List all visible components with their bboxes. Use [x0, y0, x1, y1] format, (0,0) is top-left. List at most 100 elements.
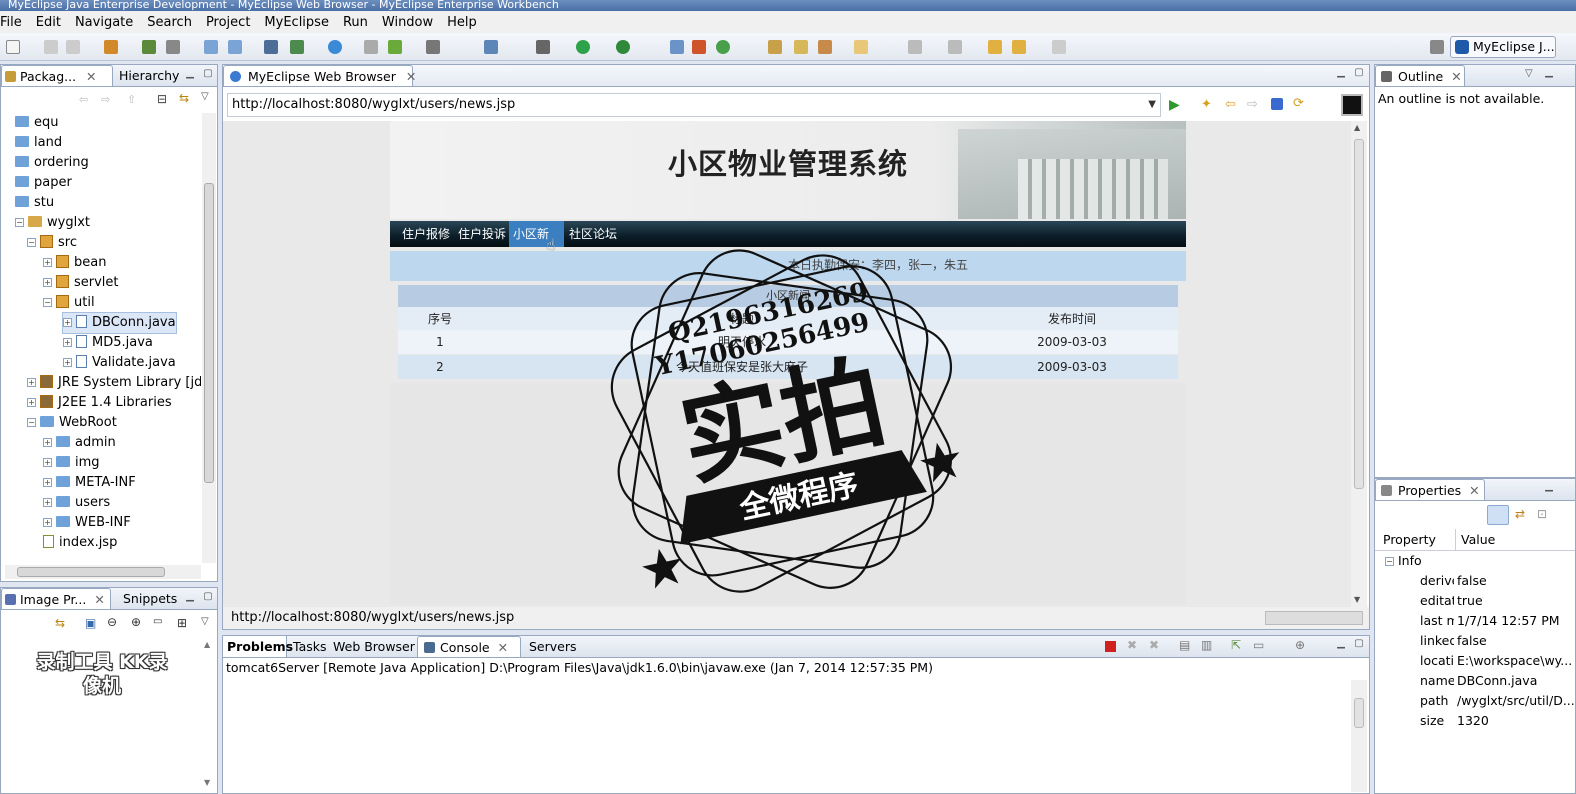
tree-item[interactable]: + users — [43, 493, 110, 513]
expand-icon[interactable]: + — [63, 318, 72, 327]
expand-icon[interactable]: + — [27, 398, 36, 407]
expand-icon[interactable]: + — [43, 458, 52, 467]
menu-edit[interactable]: Edit — [29, 15, 68, 30]
open-console-icon[interactable]: ⊕ — [1295, 638, 1305, 652]
property-row[interactable]: size 1320 — [1375, 711, 1565, 731]
tree-item[interactable]: + DBConn.java — [62, 312, 177, 334]
wizard2-icon[interactable] — [290, 40, 304, 54]
browser-back-icon[interactable]: ⇦ — [1225, 97, 1236, 112]
tab-properties[interactable]: Properties ✕ — [1375, 479, 1485, 500]
edit2-icon[interactable] — [228, 40, 242, 54]
new-package-icon[interactable] — [692, 40, 706, 54]
property-row[interactable]: last m 1/7/14 12:57 PM — [1375, 611, 1565, 631]
perspective-button[interactable]: MyEclipse J... — [1450, 36, 1556, 58]
tool-icon[interactable] — [364, 40, 378, 54]
fit-window-icon[interactable]: ⊞ — [177, 616, 187, 630]
preview-scrollbar[interactable]: ▲ ▼ — [204, 638, 216, 788]
browser-forward-icon[interactable]: ⇨ — [1247, 97, 1258, 112]
view-menu-icon[interactable]: ▽ — [1525, 68, 1533, 79]
terminal-icon[interactable] — [426, 40, 440, 54]
tab-web-browser[interactable]: MyEclipse Web Browser ✕ — [223, 65, 416, 86]
nav-repair[interactable]: 住户报修 — [398, 221, 454, 247]
tree-item[interactable]: land — [15, 133, 62, 153]
close-icon[interactable]: ✕ — [498, 640, 508, 655]
maximize-icon[interactable]: ▢ — [1353, 639, 1365, 651]
tree-item[interactable]: − WebRoot — [27, 413, 117, 433]
maximize-icon[interactable]: ▢ — [1353, 68, 1365, 80]
tree-item[interactable]: + J2EE 1.4 Libraries — [27, 393, 172, 413]
tab-servers[interactable]: Servers — [523, 636, 593, 657]
url-dropdown-icon[interactable]: ▼ — [1148, 94, 1156, 116]
close-icon[interactable]: ✕ — [1451, 69, 1461, 84]
close-icon[interactable]: ✕ — [1469, 483, 1479, 498]
save-icon[interactable] — [44, 40, 58, 54]
zoom-out-icon[interactable]: ⊖ — [107, 615, 117, 629]
pencil-icon[interactable] — [794, 40, 808, 54]
search-icon[interactable] — [768, 40, 782, 54]
browser-scroll-thumb[interactable] — [1354, 139, 1364, 489]
display-console-icon[interactable]: ▭ — [1253, 638, 1264, 652]
property-row[interactable]: name DBConn.java — [1375, 671, 1565, 691]
refresh-icon[interactable]: ⟳ — [1293, 96, 1304, 111]
tab-web-browser-view[interactable]: Web Browser — [327, 636, 417, 657]
scroll-lock-icon[interactable]: ▥ — [1201, 638, 1212, 652]
minimize-icon[interactable]: ▁ — [1543, 68, 1555, 80]
terminate-icon[interactable] — [1105, 641, 1116, 652]
minimize-icon[interactable]: ▁ — [1543, 482, 1555, 494]
deploy-icon[interactable] — [104, 40, 118, 54]
tree-item[interactable]: − src — [27, 233, 77, 253]
expand-icon[interactable]: + — [63, 338, 72, 347]
run-external-icon[interactable] — [616, 40, 630, 54]
expand-icon[interactable]: + — [43, 438, 52, 447]
tab-package-explorer[interactable]: Packag... ✕ — [1, 65, 113, 86]
property-row[interactable]: locaticE:\workspace\wy... — [1375, 651, 1572, 671]
fit-icon[interactable]: ▣ — [85, 616, 96, 630]
minimize-icon[interactable]: ▁ — [184, 592, 196, 604]
browser-vertical-scrollbar[interactable]: ▲ ▼ — [1351, 121, 1367, 607]
close-icon[interactable]: ✕ — [86, 69, 96, 84]
collapse-all-icon[interactable]: ⊟ — [157, 92, 167, 106]
tree-item[interactable]: equ — [15, 113, 59, 133]
tab-hierarchy[interactable]: Hierarchy — [101, 65, 181, 86]
task-icon[interactable] — [818, 40, 832, 54]
tree-item[interactable]: + JRE System Library [jdk1 — [27, 373, 201, 393]
collapse-icon[interactable]: − — [1385, 557, 1394, 566]
console-scrollbar[interactable] — [1351, 680, 1367, 792]
url-field[interactable]: http://localhost:8080/wyglxt/users/news.… — [227, 93, 1161, 117]
new-class-icon[interactable] — [670, 40, 684, 54]
view-menu-icon[interactable]: ▽ — [201, 616, 209, 627]
restore-default-icon[interactable]: ⊡ — [1537, 507, 1547, 521]
expand-icon[interactable]: − — [27, 238, 36, 247]
tree-item[interactable]: stu — [15, 193, 54, 213]
property-row[interactable]: derivefalse — [1375, 571, 1565, 591]
tree-item[interactable]: + WEB-INF — [43, 513, 131, 533]
expand-icon[interactable]: − — [27, 418, 36, 427]
tree-item[interactable]: index.jsp — [43, 533, 117, 553]
back-icon[interactable] — [1012, 40, 1026, 54]
new-interface-icon[interactable] — [716, 40, 730, 54]
open-perspective-icon[interactable] — [1430, 40, 1444, 54]
pin-console-icon[interactable]: ⇱ — [1231, 638, 1241, 652]
minimize-icon[interactable]: ▁ — [1335, 68, 1347, 80]
view-menu-icon[interactable]: ▽ — [201, 91, 209, 102]
last-edit-icon[interactable] — [988, 40, 1002, 54]
expand-icon[interactable]: + — [43, 478, 52, 487]
go-icon[interactable]: ▶ — [1169, 97, 1180, 113]
menu-myeclipse[interactable]: MyEclipse — [257, 15, 336, 30]
menu-navigate[interactable]: Navigate — [68, 15, 140, 30]
tree-item[interactable]: − util — [43, 293, 95, 313]
tab-outline[interactable]: Outline ✕ — [1375, 65, 1465, 86]
expand-icon[interactable]: − — [15, 218, 24, 227]
back-nav-icon[interactable]: ⇦ — [79, 93, 88, 106]
property-row[interactable]: linked false — [1375, 631, 1565, 651]
next-annotation-icon[interactable] — [908, 40, 922, 54]
tree-horizontal-scrollbar[interactable] — [5, 565, 201, 579]
forward-icon[interactable] — [1052, 40, 1066, 54]
expand-icon[interactable]: + — [63, 358, 72, 367]
menu-search[interactable]: Search — [140, 15, 199, 30]
print-icon[interactable] — [66, 40, 80, 54]
zoom-in-icon[interactable]: ⊕ — [131, 615, 141, 629]
tab-console[interactable]: Console ✕ — [417, 636, 521, 657]
maximize-icon[interactable]: ▢ — [202, 69, 214, 81]
sync-icon[interactable]: ⇆ — [55, 616, 65, 630]
